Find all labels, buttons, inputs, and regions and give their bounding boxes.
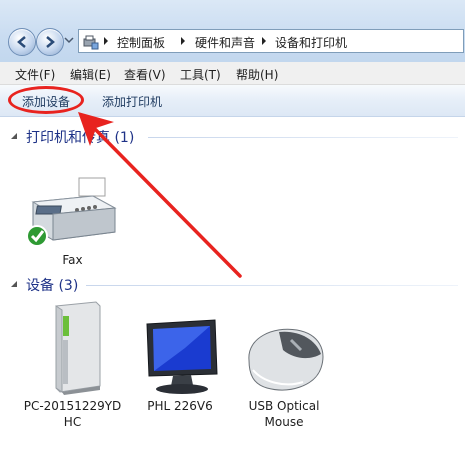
optical-mouse-icon (248, 328, 324, 391)
fax-label: Fax (62, 253, 83, 267)
computer-device[interactable]: PC-20151229YD HC (20, 300, 125, 430)
breadcrumb-separator-icon[interactable] (261, 36, 267, 46)
computer-name-line1: PC-20151229YD (23, 399, 122, 413)
computer-name-line2: HC (63, 415, 82, 429)
collapse-triangle-icon[interactable] (10, 280, 18, 288)
collapse-triangle-icon[interactable] (10, 132, 18, 140)
back-arrow-icon (17, 36, 26, 48)
devices-printers-icon (83, 35, 99, 50)
monitor-device[interactable]: PHL 226V6 (130, 318, 230, 414)
breadcrumb-devices-printers[interactable]: 设备和打印机 (275, 34, 347, 51)
menu-bar: 文件(F) 编辑(E) 查看(V) 工具(T) 帮助(H) (0, 62, 465, 85)
section-divider (86, 285, 458, 286)
add-printer-button[interactable]: 添加打印机 (102, 93, 162, 110)
menu-view[interactable]: 查看(V) (124, 66, 166, 83)
breadcrumb-separator-icon[interactable] (180, 36, 186, 46)
mouse-name-line2: Mouse (264, 415, 304, 429)
mouse-name-line1: USB Optical (248, 399, 320, 413)
fax-machine-icon (25, 177, 117, 247)
fax-device[interactable]: Fax (20, 174, 125, 268)
breadcrumb-control-panel[interactable]: 控制面板 (117, 34, 165, 51)
recent-pages-dropdown-icon[interactable] (64, 36, 74, 44)
monitor-name: PHL 226V6 (147, 399, 213, 413)
monitor-icon (146, 319, 218, 394)
menu-help[interactable]: 帮助(H) (236, 66, 278, 83)
devices-section-title: 设备 (3) (26, 278, 79, 294)
back-button[interactable] (8, 28, 36, 56)
breadcrumb-separator-icon[interactable] (103, 36, 109, 46)
forward-arrow-icon (46, 36, 55, 48)
address-bar[interactable]: 控制面板 硬件和声音 设备和打印机 (78, 29, 464, 53)
forward-button[interactable] (36, 28, 64, 56)
menu-edit[interactable]: 编辑(E) (70, 66, 111, 83)
computer-tower-icon (55, 301, 100, 395)
menu-tools[interactable]: 工具(T) (180, 66, 221, 83)
section-divider (148, 137, 458, 138)
annotation-circle (8, 86, 84, 114)
navigation-bar: 控制面板 硬件和声音 设备和打印机 (0, 0, 465, 63)
printers-section-title: 打印机和传真 (1) (26, 130, 135, 146)
menu-file[interactable]: 文件(F) (15, 66, 55, 83)
mouse-device[interactable]: USB Optical Mouse (234, 320, 334, 430)
breadcrumb-hardware-sound[interactable]: 硬件和声音 (195, 34, 255, 51)
